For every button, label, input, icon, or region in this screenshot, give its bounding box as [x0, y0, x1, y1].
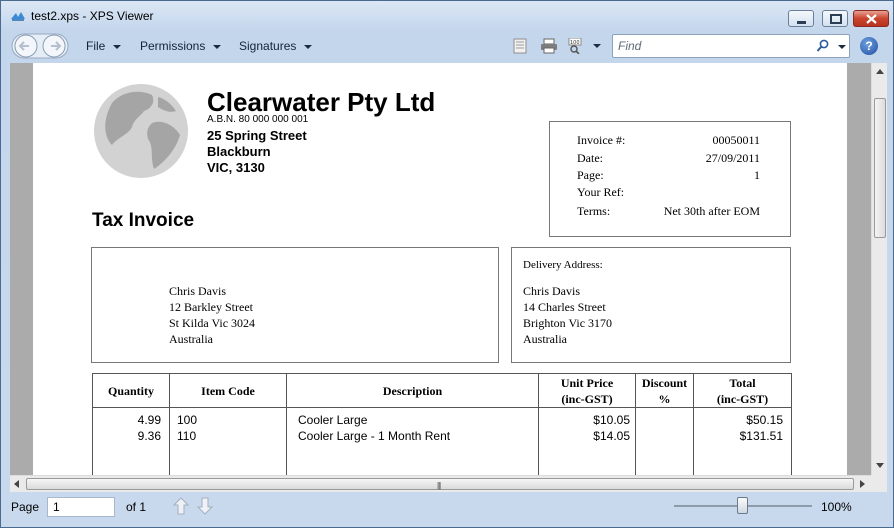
row-unit-price: $14.05: [593, 429, 630, 443]
page-number-input[interactable]: [47, 497, 115, 517]
delivery-address-box: Delivery Address: Chris Davis 14 Charles…: [511, 247, 791, 363]
vertical-scroll-thumb[interactable]: [874, 98, 886, 238]
row-unit-price: $10.05: [593, 413, 630, 427]
menu-signatures[interactable]: Signatures: [239, 39, 313, 53]
globe-logo: [94, 84, 188, 178]
back-forward-buttons[interactable]: [11, 33, 69, 59]
menu-signatures-label: Signatures: [239, 39, 297, 53]
customer-address-box: Chris Davis 12 Barkley Street St Kilda V…: [91, 247, 499, 363]
invoice-date-value: 27/09/2011: [705, 151, 760, 165]
print-icon[interactable]: [540, 38, 558, 54]
scroll-left-arrow-icon[interactable]: [14, 480, 19, 488]
xps-viewer-window: test2.xps - XPS Viewer File Permissions …: [0, 0, 894, 528]
customer-suburb: St Kilda Vic 3024: [169, 316, 256, 330]
page-count-label: of 1: [126, 500, 147, 514]
column-header-discount-unit: %: [658, 392, 671, 406]
row-quantity: 4.99: [137, 413, 161, 427]
find-box: [612, 34, 850, 58]
invoice-date-label: Date:: [577, 151, 603, 165]
chevron-down-icon: [304, 44, 313, 49]
close-button[interactable]: [853, 10, 889, 27]
invoice-page-value: 1: [754, 168, 760, 182]
search-icon[interactable]: [816, 39, 830, 53]
invoice-your-ref-label: Your Ref:: [577, 185, 625, 199]
column-header-quantity: Quantity: [107, 384, 154, 398]
vertical-scrollbar[interactable]: [871, 63, 887, 475]
invoice-page-label: Page:: [577, 168, 604, 182]
scroll-grip-icon: |||: [437, 481, 441, 490]
document-page: Clearwater Pty Ltd A.B.N. 80 000 000 001…: [33, 63, 847, 475]
header-divider: [93, 407, 791, 408]
minimize-button[interactable]: [788, 10, 814, 27]
row-item-code: 110: [177, 429, 197, 443]
scroll-down-arrow-icon[interactable]: [876, 463, 884, 468]
customer-name: Chris Davis: [169, 284, 226, 298]
page-label: Page: [11, 500, 40, 514]
column-header-unit-price-note: (inc-GST): [561, 392, 613, 406]
scroll-up-arrow-icon[interactable]: [876, 69, 884, 74]
company-address-line: 25 Spring Street: [207, 128, 307, 143]
previous-page-icon[interactable]: [173, 497, 189, 515]
window-title: test2.xps - XPS Viewer: [31, 9, 154, 23]
delivery-street: 14 Charles Street: [523, 300, 606, 314]
invoice-number-label: Invoice #:: [577, 133, 626, 147]
horizontal-scroll-thumb[interactable]: |||: [26, 478, 854, 490]
invoice-meta-box: Invoice #: 00050011 Date: 27/09/2011 Pag…: [549, 121, 791, 237]
company-address-line: Blackburn: [207, 144, 271, 159]
zoom-level: 100%: [821, 500, 852, 514]
column-header-total: Total: [729, 376, 756, 390]
zoom-dropdown-arrow[interactable]: [593, 44, 601, 48]
title-bar: test2.xps - XPS Viewer: [1, 1, 893, 31]
column-header-unit-price: Unit Price: [560, 376, 614, 390]
customer-country: Australia: [169, 332, 213, 346]
maximize-button[interactable]: [822, 10, 848, 27]
zoom-icon[interactable]: 100: [568, 38, 586, 54]
column-header-total-note: (inc-GST): [716, 392, 769, 406]
customer-street: 12 Barkley Street: [169, 300, 253, 314]
chevron-down-icon: [113, 44, 122, 49]
scroll-right-arrow-icon[interactable]: [860, 480, 865, 488]
row-description: Cooler Large - 1 Month Rent: [298, 429, 451, 443]
menu-file-label: File: [86, 39, 106, 53]
invoice-number-value: 00050011: [712, 133, 760, 147]
help-icon[interactable]: ?: [860, 37, 878, 55]
invoice-terms-label: Terms:: [577, 204, 611, 218]
find-input[interactable]: [618, 39, 808, 53]
row-total: $131.51: [739, 429, 783, 443]
delivery-address-label: Delivery Address:: [523, 259, 603, 271]
find-options-dropdown-icon[interactable]: [838, 45, 846, 49]
row-total: $50.15: [746, 413, 783, 427]
company-abn: A.B.N. 80 000 000 001: [207, 114, 309, 125]
column-header-description: Description: [382, 384, 443, 398]
menu-file[interactable]: File: [86, 39, 122, 53]
toolbar: File Permissions Signatures 100 Find ?: [2, 31, 892, 61]
scrollbar-corner: [871, 475, 887, 492]
xps-app-icon: [11, 12, 25, 21]
invoice-terms-value: Net 30th after EOM: [663, 204, 760, 218]
delivery-suburb: Brighton Vic 3170: [523, 316, 613, 330]
row-description: Cooler Large: [298, 413, 368, 427]
menu-permissions-label: Permissions: [140, 39, 206, 53]
outline-icon[interactable]: [512, 38, 528, 54]
company-address-line: VIC, 3130: [207, 160, 265, 175]
row-quantity: 9.36: [137, 429, 161, 443]
next-page-icon[interactable]: [197, 497, 213, 515]
row-item-code: 100: [177, 413, 198, 427]
zoom-slider-thumb[interactable]: [737, 497, 748, 514]
chevron-down-icon: [213, 44, 222, 49]
delivery-name: Chris Davis: [523, 284, 580, 298]
status-bar: Page of 1 100%: [2, 493, 892, 527]
document-viewport[interactable]: Clearwater Pty Ltd A.B.N. 80 000 000 001…: [10, 63, 871, 475]
column-header-item-code: Item Code: [201, 384, 255, 398]
delivery-country: Australia: [523, 332, 567, 346]
menu-permissions[interactable]: Permissions: [140, 39, 222, 53]
svg-text:100: 100: [570, 40, 580, 46]
column-header-discount: Discount: [641, 376, 688, 390]
horizontal-scrollbar[interactable]: |||: [10, 475, 871, 492]
line-items-table: Quantity Item Code Description Unit Pric…: [92, 373, 792, 475]
document-title: Tax Invoice: [92, 210, 195, 231]
